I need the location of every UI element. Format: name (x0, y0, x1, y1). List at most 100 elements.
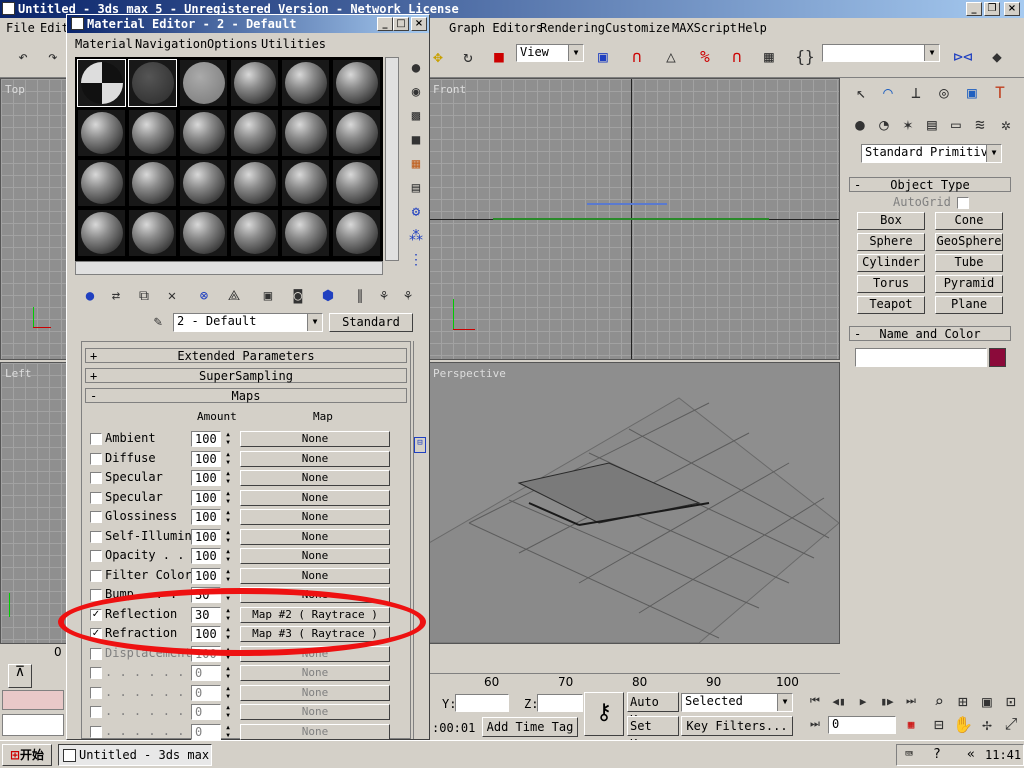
sample-slot-2[interactable] (128, 59, 177, 107)
map-slot-button[interactable]: None (240, 704, 390, 720)
go-to-start-icon[interactable]: ⏮ (802, 690, 828, 712)
tube-button[interactable]: Tube (935, 254, 1003, 272)
taskbar-app-button[interactable]: Untitled - 3ds max ... (58, 744, 212, 766)
map-enable-checkbox[interactable] (90, 550, 102, 562)
sample-slot-7[interactable] (77, 109, 126, 157)
map-enable-checkbox[interactable] (90, 491, 102, 504)
motion-tab-icon[interactable]: ◎ (931, 80, 957, 104)
get-material-icon[interactable]: ● (77, 283, 103, 309)
shapes-icon[interactable]: ◔ (871, 112, 897, 136)
sample-slot-18[interactable] (332, 159, 381, 207)
map-enable-checkbox[interactable] (90, 569, 102, 582)
auto-key-button[interactable]: Auto Key (627, 692, 679, 727)
sample-slot-24[interactable] (332, 209, 381, 257)
material-editor-minimize[interactable]: _ (377, 17, 393, 31)
set-key-button[interactable]: Set Key (627, 716, 679, 751)
play-icon[interactable]: ▶ (850, 690, 876, 712)
material-type-button[interactable]: Standard (329, 313, 413, 332)
key-mode-select[interactable]: Selected ▼ (681, 693, 793, 712)
material-name-select[interactable]: 2 - Default ▼ (173, 313, 323, 332)
go-to-end-icon[interactable]: ⏭ (898, 690, 924, 712)
spinner-snap-icon[interactable]: ∩ (724, 43, 750, 69)
current-frame-input[interactable]: 0 (828, 716, 896, 734)
y-coord-input[interactable] (455, 694, 509, 712)
object-type-rollout[interactable]: - Object Type (849, 177, 1011, 192)
map-slot-button[interactable]: None (240, 567, 390, 584)
map-enable-checkbox[interactable] (90, 472, 102, 484)
modify-tab-icon[interactable]: ◠ (875, 80, 901, 104)
z-coord-input[interactable] (537, 694, 583, 712)
sample-slot-3[interactable] (179, 59, 228, 107)
map-amount-spinner-icon[interactable]: ▲ ▼ (223, 490, 233, 506)
sample-slot-9[interactable] (179, 109, 228, 157)
geometry-icon[interactable]: ● (847, 112, 873, 136)
hierarchy-tab-icon[interactable]: ⊥ (903, 80, 929, 104)
sample-slot-5[interactable] (281, 59, 330, 107)
me-menu-navigation[interactable]: Navigation (135, 37, 207, 51)
reference-coord-select[interactable]: View ▼ (516, 44, 584, 62)
map-amount-input[interactable]: 100 (191, 567, 221, 584)
menu-graph-editors[interactable]: Graph Editors (449, 21, 543, 35)
named-selection-icon[interactable]: ▦ (756, 43, 782, 69)
start-button[interactable]: ⊞开始 (2, 744, 52, 766)
helpers-icon[interactable]: ▭ (943, 112, 969, 136)
utilities-tab-icon[interactable]: T (987, 80, 1013, 104)
map-slot-button[interactable]: None (240, 450, 390, 467)
sample-slot-23[interactable] (281, 209, 330, 257)
map-amount-input[interactable]: 100 (191, 509, 221, 525)
go-forward-sibling-icon[interactable]: ⚘ (395, 283, 421, 309)
sample-slot-21[interactable] (179, 209, 228, 257)
map-enable-checkbox[interactable] (90, 667, 102, 679)
lock-icon[interactable]: ⊟ (414, 437, 426, 453)
sample-uv-tiling-icon[interactable]: ■ (403, 129, 429, 151)
mini-listener-icon[interactable]: ⊼ (8, 664, 32, 688)
go-to-parent-icon[interactable]: ⚘ (371, 283, 397, 309)
map-slot-button[interactable]: None (240, 684, 390, 701)
cylinder-button[interactable]: Cylinder (857, 254, 925, 272)
geosphere-button[interactable]: GeoSphere (935, 233, 1003, 251)
show-end-result-icon[interactable]: ∥ (347, 283, 373, 309)
sample-slot-6[interactable] (332, 59, 381, 107)
maps-rollout[interactable]: - Maps (85, 388, 407, 403)
map-amount-spinner-icon[interactable]: ▲ ▼ (223, 685, 233, 701)
name-color-rollout[interactable]: - Name and Color (849, 326, 1011, 341)
backlight-icon[interactable]: ◉ (403, 81, 429, 103)
map-amount-input[interactable]: 100 (191, 450, 221, 467)
pick-material-eyedropper-icon[interactable]: ✎ (145, 309, 171, 335)
previous-frame-icon[interactable]: ◀▮ (826, 690, 852, 712)
object-name-input[interactable] (855, 348, 987, 367)
display-tab-icon[interactable]: ▣ (959, 80, 985, 104)
background-icon[interactable]: ▩ (403, 105, 429, 127)
menu-customize[interactable]: Customize (605, 21, 670, 35)
key-filters-button[interactable]: Key Filters... (681, 716, 793, 736)
arc-rotate-icon[interactable]: ✢ (974, 713, 1000, 735)
sample-slots-vscroll[interactable] (385, 57, 399, 261)
plane-button[interactable]: Plane (935, 296, 1003, 314)
map-amount-spinner-icon[interactable]: ▲ ▼ (223, 509, 233, 525)
menu-rendering[interactable]: Rendering (540, 21, 605, 35)
named-selection-set-select[interactable]: ▼ (822, 44, 940, 62)
menu-maxscript[interactable]: MAXScript (672, 21, 737, 35)
reset-map-icon[interactable]: ✕ (159, 283, 185, 309)
map-amount-spinner-icon[interactable]: ▲ ▼ (223, 724, 233, 740)
menu-file[interactable]: File (6, 21, 35, 35)
systems-icon[interactable]: ✲ (993, 112, 1019, 136)
map-amount-input[interactable]: 100 (191, 431, 221, 447)
time-config-icon[interactable]: ▦ (898, 713, 924, 735)
map-amount-spinner-icon[interactable]: ▲ ▼ (223, 451, 233, 467)
sample-slot-15[interactable] (179, 159, 228, 207)
map-slot-button[interactable]: None (240, 528, 390, 545)
put-material-to-scene-icon[interactable]: ⇄ (103, 283, 129, 309)
teapot-button[interactable]: Teapot (857, 296, 925, 314)
key-mode-toggle-icon[interactable]: ⏭ (802, 713, 828, 735)
make-unique-icon[interactable]: ⟁ (221, 283, 247, 309)
map-amount-spinner-icon[interactable]: ▲ ▼ (223, 548, 233, 564)
box-button[interactable]: Box (857, 212, 925, 230)
parameters-scrollbar[interactable]: ⊟ (413, 341, 427, 739)
restore-button[interactable]: ❐ (984, 2, 1000, 16)
map-slot-button[interactable]: None (240, 548, 390, 564)
zoom-icon[interactable]: ⌕ (926, 690, 952, 712)
object-color-swatch[interactable] (989, 348, 1006, 367)
minimize-button[interactable]: _ (966, 2, 982, 16)
pyramid-button[interactable]: Pyramid (935, 275, 1003, 293)
